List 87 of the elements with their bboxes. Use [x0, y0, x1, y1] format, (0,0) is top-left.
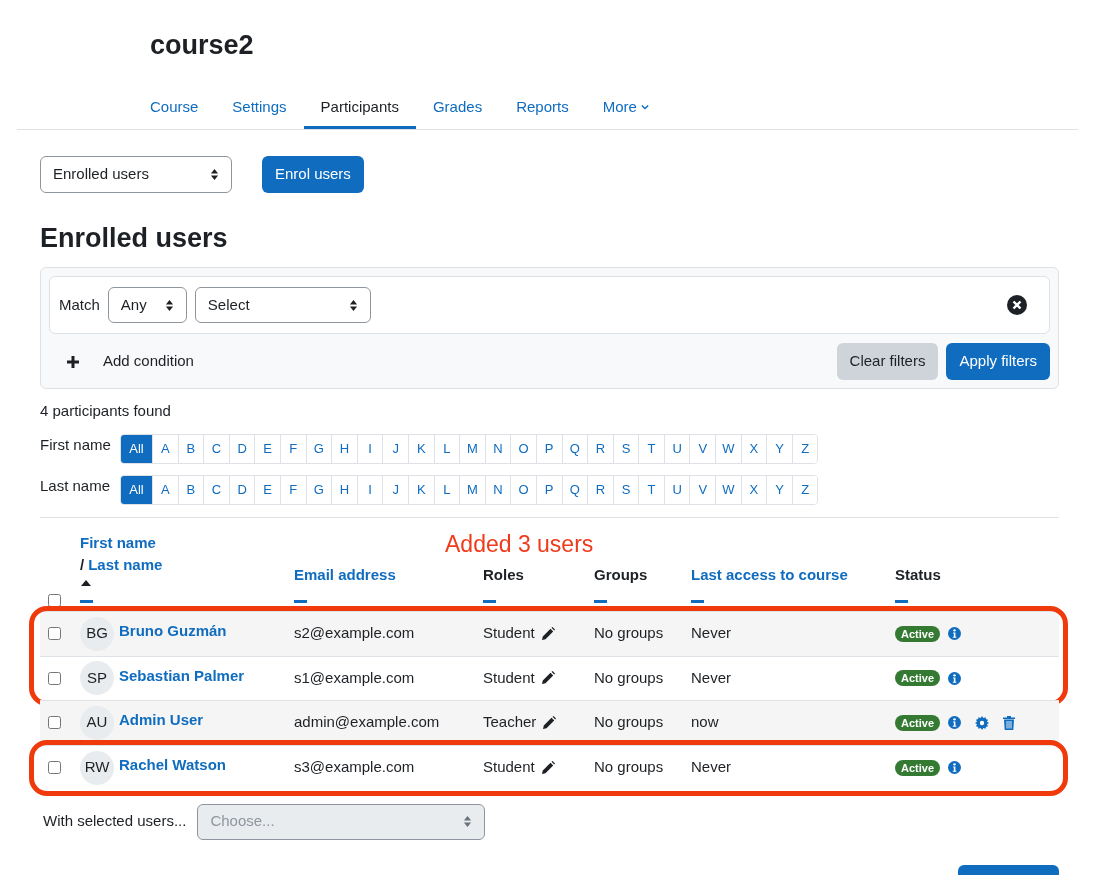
status-badge: Active	[895, 670, 941, 686]
clear-filters-button[interactable]: Clear filters	[836, 343, 939, 380]
remove-condition-button[interactable]	[1007, 295, 1027, 315]
user-name-link[interactable]: Bruno Guzmán	[119, 620, 227, 643]
row-checkbox[interactable]	[48, 761, 61, 774]
course-title: course2	[150, 29, 255, 62]
user-name-link[interactable]: Rachel Watson	[119, 754, 226, 777]
role-cell-text: Student	[483, 667, 535, 688]
add-condition-button[interactable]: Add condition	[49, 350, 194, 373]
role-cell-text: Student	[483, 757, 535, 778]
nav-tab[interactable]: Reports	[499, 85, 586, 129]
status-badge: Active	[895, 625, 941, 642]
enrol-users-button[interactable]: Enrol users	[262, 156, 364, 193]
email-cell-text: admin@example.com	[294, 712, 441, 733]
last-access-cell-text: now	[691, 712, 720, 733]
hide-column-button[interactable]	[80, 599, 93, 603]
condition-select[interactable]: Select	[194, 287, 371, 323]
user-initials-avatar: SP	[80, 661, 114, 695]
initials-label: Last name	[40, 475, 112, 496]
role-cell-text: Student	[483, 623, 535, 644]
row-checkbox[interactable]	[48, 716, 61, 729]
column-sort-link[interactable]: Last name	[88, 554, 163, 576]
info-icon[interactable]	[948, 761, 962, 774]
email-cell-text: s3@example.com	[294, 757, 416, 778]
settings-icon[interactable]	[975, 715, 990, 730]
status-badge: Active	[895, 714, 941, 731]
edit-pencil-icon[interactable]	[542, 715, 557, 730]
hide-column-button[interactable]	[294, 599, 307, 603]
status-badge: Active	[895, 759, 941, 776]
edit-pencil-icon[interactable]	[540, 626, 555, 641]
separator-slash: /	[80, 555, 85, 575]
role-cell-text: Teacher	[483, 712, 537, 733]
section-heading: Enrolled users	[40, 222, 229, 255]
edit-pencil-icon[interactable]	[540, 760, 555, 775]
user-name-link[interactable]: Admin User	[119, 709, 204, 732]
delete-trash-icon[interactable]	[1003, 715, 1016, 730]
info-icon[interactable]	[948, 716, 962, 729]
user-name-link[interactable]: Sebastian Palmer	[119, 664, 245, 688]
email-cell-text: s2@example.com	[294, 623, 416, 644]
annotation-text: Added 3 users	[445, 529, 594, 559]
hide-column-button[interactable]	[483, 599, 496, 603]
last-access-cell-text: Never	[691, 667, 732, 688]
sort-arrows-icon	[164, 298, 174, 312]
info-icon[interactable]	[948, 671, 962, 685]
column-header: Groups	[594, 564, 648, 585]
initial-filter-link[interactable]: Z	[791, 434, 818, 463]
match-label: Match	[59, 294, 100, 315]
nav-tab[interactable]: Course	[133, 85, 216, 129]
sort-arrows-icon	[463, 815, 473, 828]
hide-column-button[interactable]	[594, 599, 607, 603]
row-checkbox[interactable]	[48, 627, 61, 640]
sort-arrows-icon	[348, 298, 358, 312]
column-sort-link[interactable]: Last access to course	[691, 563, 848, 586]
participants-count: 4 participants found	[40, 401, 172, 421]
sort-arrows-icon	[210, 168, 219, 181]
user-initials-avatar: BG	[80, 616, 114, 651]
groups-cell-text: No groups	[594, 667, 665, 688]
initial-filter-link[interactable]: Z	[791, 475, 818, 504]
user-initials-avatar: AU	[80, 705, 114, 740]
initial-filter-link[interactable]: All	[121, 475, 152, 504]
select-all-checkbox[interactable]	[48, 593, 61, 607]
row-checkbox[interactable]	[48, 671, 61, 685]
initials-label: First name	[40, 434, 112, 455]
hide-column-button[interactable]	[895, 599, 908, 603]
column-sort-link[interactable]: Email address	[294, 563, 396, 586]
last-access-cell-text: Never	[691, 757, 732, 778]
info-icon[interactable]	[948, 627, 962, 640]
hide-column-button[interactable]	[691, 599, 704, 603]
last-access-cell-text: Never	[691, 623, 732, 644]
column-header: Status	[895, 564, 941, 585]
user-initials-avatar: RW	[80, 750, 114, 785]
groups-cell-text: No groups	[594, 623, 665, 644]
groups-cell-text: No groups	[594, 712, 665, 733]
view-select[interactable]: Enrolled users	[40, 156, 232, 193]
nav-tab[interactable]: More	[585, 85, 666, 129]
bulk-action-label: With selected users...	[43, 811, 187, 832]
groups-cell-text: No groups	[594, 757, 665, 778]
nav-tab[interactable]: Grades	[415, 85, 500, 129]
column-sort-link[interactable]: First name	[80, 532, 156, 554]
email-cell-text: s1@example.com	[294, 667, 416, 688]
initial-filter-link[interactable]: All	[121, 434, 152, 463]
edit-pencil-icon[interactable]	[540, 671, 555, 685]
match-select[interactable]: Any	[107, 287, 187, 323]
plus-icon	[67, 355, 79, 368]
apply-filters-button[interactable]: Apply filters	[946, 343, 1050, 380]
column-header: Roles	[483, 564, 524, 585]
nav-tab[interactable]: Settings	[215, 85, 304, 129]
